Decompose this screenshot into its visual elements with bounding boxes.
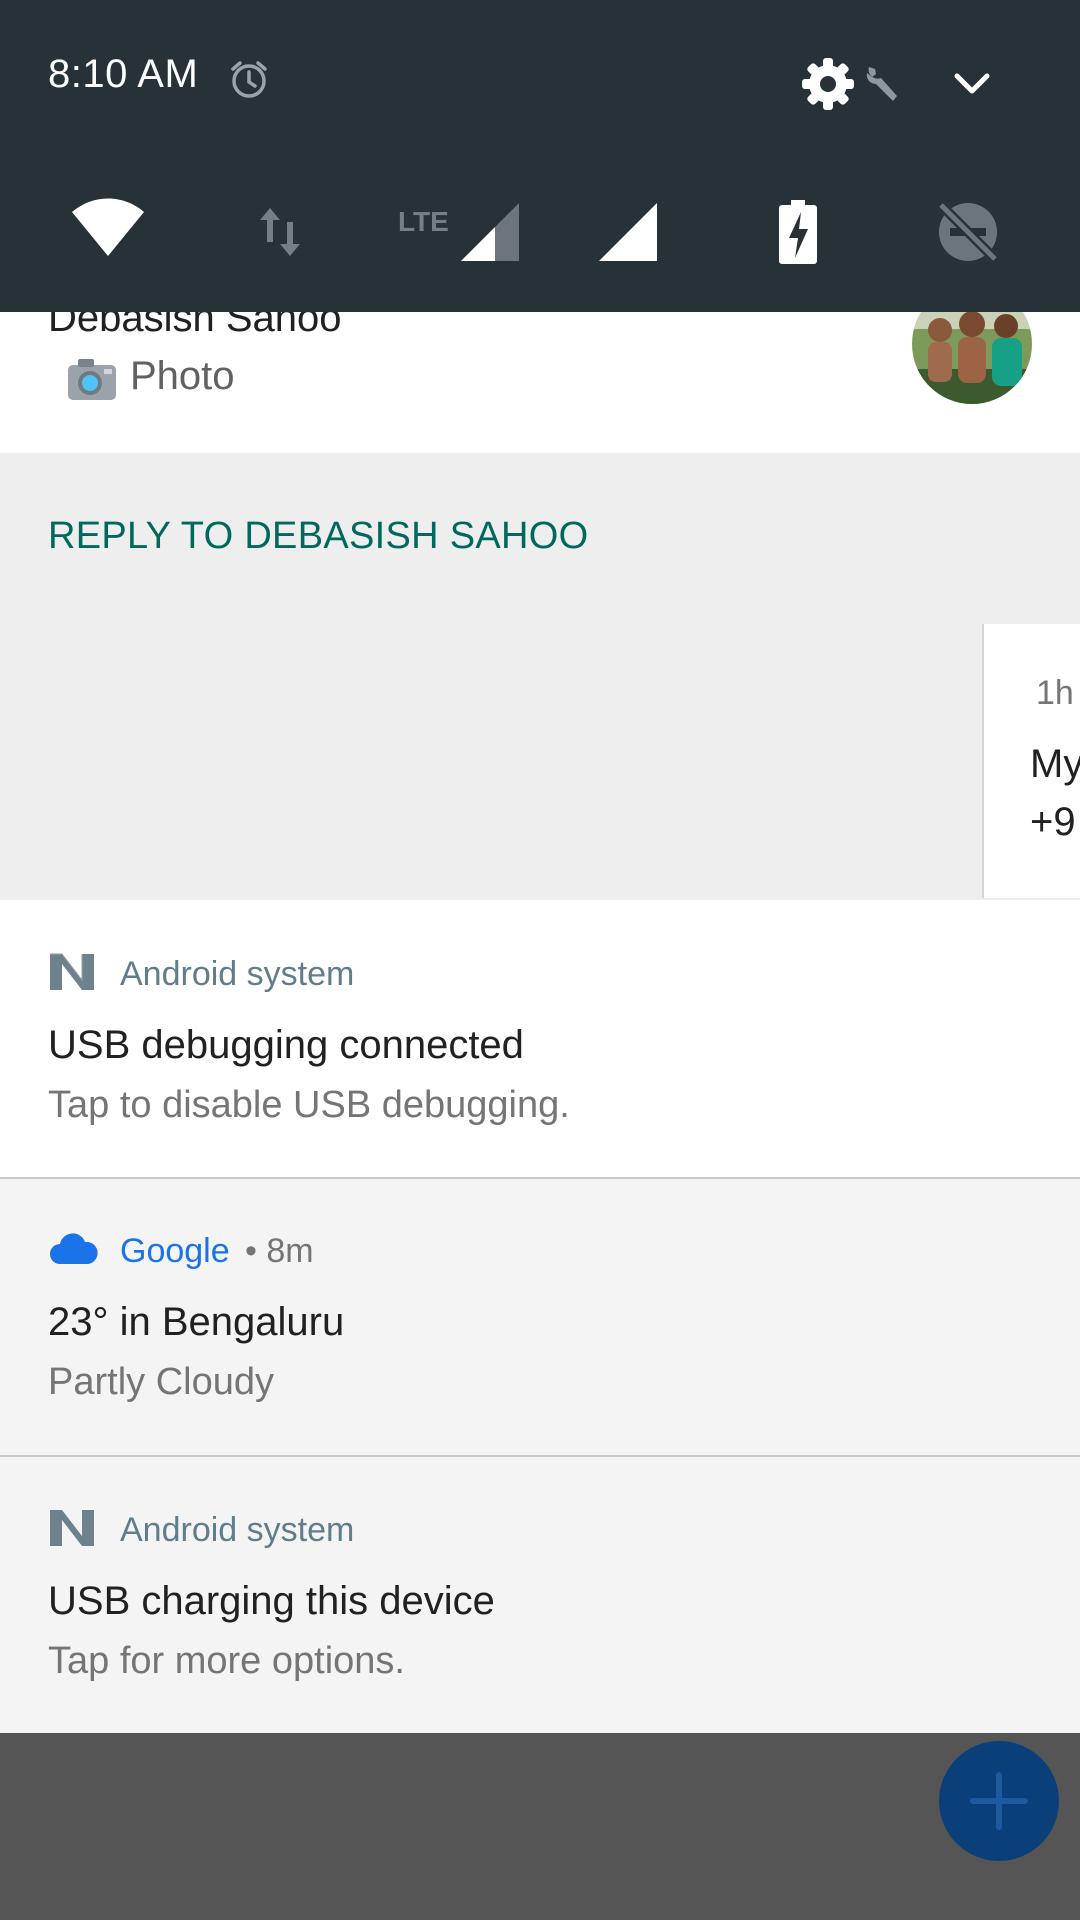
camera-icon (66, 356, 118, 402)
notification-app-name: Google (120, 1232, 230, 1270)
swiped-notification-title: My (1030, 742, 1080, 786)
chevron-down-icon[interactable] (948, 64, 996, 104)
notification-time: • 8m (245, 1232, 314, 1270)
notification-text: Tap for more options. (48, 1640, 405, 1682)
android-system-icon (48, 950, 98, 1000)
notification-title: 23° in Bengaluru (48, 1300, 345, 1344)
notification-text: Partly Cloudy (48, 1361, 274, 1403)
android-system-icon (48, 1506, 98, 1556)
swiped-notification-time: 1h (1036, 674, 1074, 712)
wrench-icon (862, 62, 902, 106)
cloud-icon (48, 1232, 100, 1268)
wifi-icon[interactable] (70, 196, 146, 260)
notification-title: USB debugging connected (48, 1023, 524, 1067)
notification-app-name: Android system (120, 1511, 355, 1549)
notification-text: Tap to disable USB debugging. (48, 1084, 570, 1126)
add-fab-button[interactable] (939, 1741, 1059, 1861)
do-not-disturb-off-icon[interactable] (934, 198, 1002, 266)
gear-icon[interactable] (798, 54, 858, 114)
alarm-clock-icon (226, 56, 272, 102)
message-snippet: Photo (130, 354, 235, 398)
reply-button[interactable]: REPLY TO DEBASISH SAHOO (48, 515, 589, 558)
plus-icon (970, 1772, 1028, 1830)
status-time: 8:10 AM (48, 52, 199, 96)
swiped-notification-text: +9 (1030, 800, 1076, 844)
notification-app-name: Android system (120, 955, 355, 993)
cell-signal-icon[interactable] (596, 200, 660, 264)
quick-settings-panel: 8:10 AM LTE (0, 0, 1080, 312)
lte-signal-icon[interactable] (458, 200, 522, 264)
swipe-background (0, 621, 1080, 900)
notification-title: USB charging this device (48, 1579, 495, 1623)
lte-label: LTE (398, 206, 449, 237)
battery-charging-icon[interactable] (774, 196, 822, 268)
data-transfer-icon[interactable] (254, 202, 306, 262)
